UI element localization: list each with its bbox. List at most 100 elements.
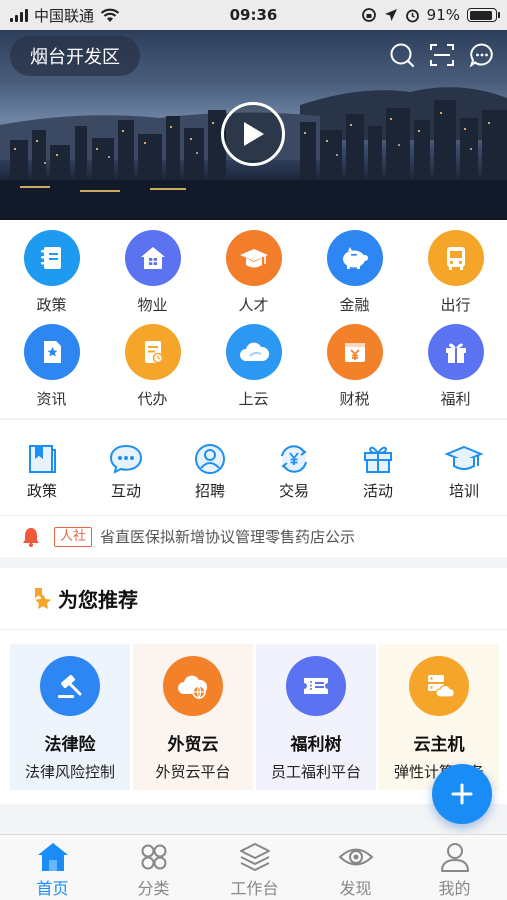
notebook-icon xyxy=(40,247,61,269)
service-policy[interactable]: 政策 xyxy=(1,230,102,315)
home-icon xyxy=(37,843,68,871)
service-label: 代办 xyxy=(137,390,168,408)
recommend-header: 为您推荐 xyxy=(0,568,507,630)
recommend-card-welfare-tree[interactable]: 福利树 员工福利平台 xyxy=(256,644,376,790)
tab-workbench[interactable]: 工作台 xyxy=(204,841,305,899)
category-row: 政策 互动 招聘 交易 活动 培训 xyxy=(0,419,507,515)
service-grid: 政策 物业 人才 金融 出行 资讯 代办 上云 财税 福利 xyxy=(0,220,507,418)
play-icon xyxy=(244,122,264,146)
service-label: 金融 xyxy=(339,296,370,314)
tab-discover[interactable]: 发现 xyxy=(305,841,406,899)
category-activity[interactable]: 活动 xyxy=(338,442,418,501)
hero-banner[interactable]: 烟台开发区 xyxy=(0,30,507,220)
add-button[interactable] xyxy=(432,764,492,824)
category-recruit[interactable]: 招聘 xyxy=(170,442,250,501)
tab-label: 我的 xyxy=(438,879,471,898)
person-icon xyxy=(195,444,225,474)
tab-label: 分类 xyxy=(137,879,170,898)
category-trade[interactable]: 交易 xyxy=(254,442,334,501)
service-icon-bg xyxy=(427,230,484,286)
service-icon-bg xyxy=(326,230,383,286)
service-icon-bg xyxy=(23,324,80,380)
graduation-cap-icon xyxy=(239,249,268,268)
service-welfare[interactable]: 福利 xyxy=(405,324,506,409)
card-desc: 法律风险控制 xyxy=(24,763,115,781)
recommend-card-cloud-host[interactable]: 云主机 弹性计算服务 xyxy=(379,644,499,790)
yen-exchange-icon xyxy=(281,445,307,473)
document-icon xyxy=(144,341,163,364)
category-label: 培训 xyxy=(448,482,479,500)
tab-category[interactable]: 分类 xyxy=(103,841,204,899)
tab-label: 工作台 xyxy=(230,879,279,898)
bell-icon xyxy=(23,527,39,547)
notice-text: 省直医保拟新增协议管理零售药店公示 xyxy=(100,528,356,546)
service-cloud[interactable]: 上云 xyxy=(203,324,304,409)
service-icon-bg xyxy=(124,324,181,380)
battery-fill xyxy=(469,10,493,20)
battery-percent: 91% xyxy=(426,6,460,24)
user-icon xyxy=(440,843,469,872)
service-icon-bg xyxy=(225,230,282,286)
service-agency[interactable]: 代办 xyxy=(102,324,203,409)
gavel-icon xyxy=(58,674,82,698)
service-icon-bg xyxy=(124,230,181,286)
category-label: 互动 xyxy=(110,482,141,500)
globe-cloud-icon xyxy=(178,675,208,700)
tab-profile[interactable]: 我的 xyxy=(404,841,505,899)
service-label: 上云 xyxy=(238,390,269,408)
location-label: 烟台开发区 xyxy=(30,47,120,68)
service-travel[interactable]: 出行 xyxy=(405,230,506,315)
bus-icon xyxy=(446,247,465,270)
news-icon xyxy=(43,341,61,363)
service-talent[interactable]: 人才 xyxy=(203,230,304,315)
mortarboard-icon xyxy=(444,445,484,470)
service-icon-bg xyxy=(326,324,383,380)
cloud-icon xyxy=(239,342,269,361)
recommend-card-legal[interactable]: 法律险 法律风险控制 xyxy=(10,644,130,790)
service-news[interactable]: 资讯 xyxy=(1,324,102,409)
search-icon[interactable] xyxy=(389,42,415,68)
ticket-icon xyxy=(304,678,328,694)
recommend-card-trade-cloud[interactable]: 外贸云 外贸云平台 xyxy=(133,644,253,790)
piggy-bank-icon xyxy=(342,247,368,269)
category-training[interactable]: 培训 xyxy=(424,442,504,501)
message-icon[interactable] xyxy=(469,42,495,68)
tab-label: 首页 xyxy=(36,879,69,898)
category-label: 活动 xyxy=(362,482,393,500)
card-desc: 员工福利平台 xyxy=(270,763,361,781)
card-icon-bg xyxy=(40,656,100,716)
gift-icon xyxy=(445,343,466,363)
tab-home[interactable]: 首页 xyxy=(2,841,103,899)
service-finance[interactable]: 金融 xyxy=(304,230,405,315)
tab-bar: 首页 分类 工作台 发现 我的 xyxy=(0,834,507,900)
service-property[interactable]: 物业 xyxy=(102,230,203,315)
service-label: 政策 xyxy=(36,296,67,314)
signal-icon xyxy=(10,8,28,22)
status-bar: 中国联通 09:36 91% xyxy=(0,0,507,30)
notice-tag: 人社 xyxy=(54,526,93,547)
card-name: 法律险 xyxy=(44,735,96,755)
category-policy[interactable]: 政策 xyxy=(2,442,82,501)
ribbon-badge-icon xyxy=(35,587,51,609)
card-name: 外贸云 xyxy=(167,735,219,755)
card-name: 福利树 xyxy=(290,735,342,755)
card-name: 云主机 xyxy=(413,735,465,755)
category-interaction[interactable]: 互动 xyxy=(86,442,166,501)
service-label: 物业 xyxy=(137,296,168,314)
service-label: 人才 xyxy=(238,296,269,314)
service-label: 福利 xyxy=(440,390,471,408)
play-button[interactable] xyxy=(221,102,285,166)
notice-bar[interactable]: 人社 省直医保拟新增协议管理零售药店公示 xyxy=(0,515,507,557)
category-label: 政策 xyxy=(26,482,57,500)
service-icon-bg xyxy=(225,324,282,380)
card-icon-bg xyxy=(409,656,469,716)
service-tax[interactable]: 财税 xyxy=(304,324,405,409)
location-selector[interactable]: 烟台开发区 xyxy=(10,36,140,76)
carrier-name: 中国联通 xyxy=(34,6,95,25)
wifi-icon xyxy=(100,8,120,22)
service-label: 资讯 xyxy=(36,390,67,408)
scan-icon[interactable] xyxy=(429,42,455,68)
service-icon-bg xyxy=(23,230,80,286)
service-label: 出行 xyxy=(440,296,471,314)
lock-rotation-icon xyxy=(361,8,376,22)
